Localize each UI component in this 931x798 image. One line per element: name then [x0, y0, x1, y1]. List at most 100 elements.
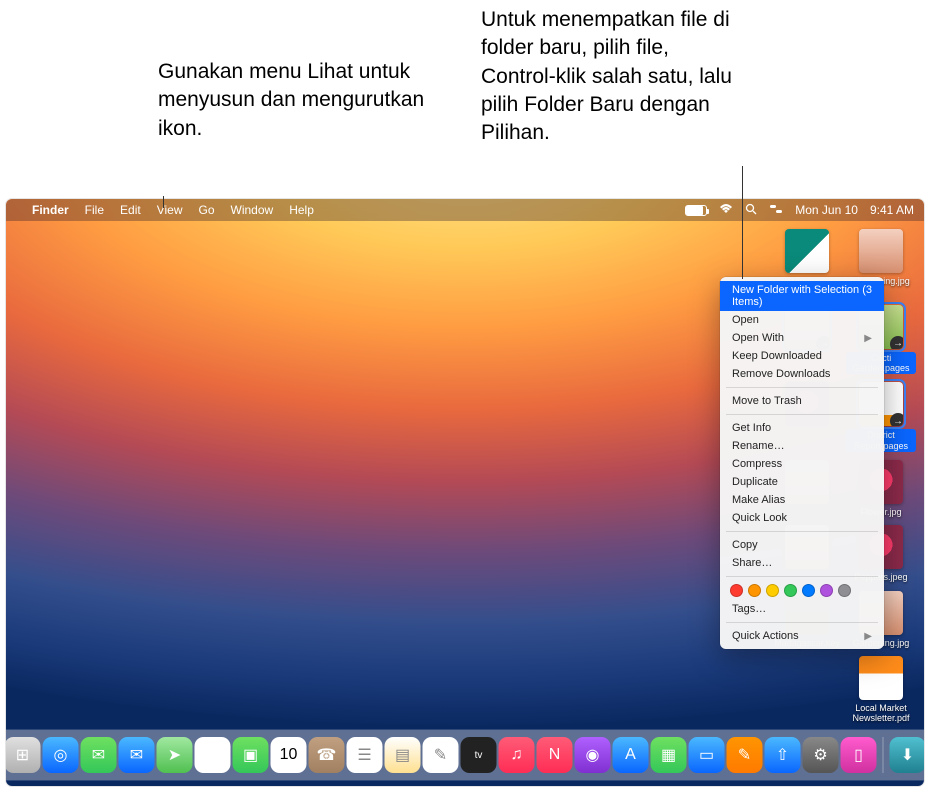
context-menu-item[interactable]: Open	[720, 311, 884, 329]
desktop-file[interactable]: Local Market Newsletter.pdf	[846, 656, 916, 724]
dock-app-sharing[interactable]: ⇧	[765, 737, 801, 773]
menubar-item-window[interactable]: Window	[231, 203, 274, 217]
menu-item-label: Rename…	[732, 440, 785, 452]
menu-item-label: Keep Downloaded	[732, 350, 822, 362]
menubar-item-edit[interactable]: Edit	[120, 203, 141, 217]
dock-app-maps[interactable]: ➤	[157, 737, 193, 773]
mac-screen: Finder File Edit View Go Window Help Mon…	[6, 199, 924, 786]
menu-item-label: Move to Trash	[732, 395, 802, 407]
dock-app-numbers[interactable]: ▦	[651, 737, 687, 773]
dock-app-messages[interactable]: ✉	[81, 737, 117, 773]
callout-leader-right	[742, 166, 743, 279]
dock: ☺⊞◎✉✉➤✿▣10☎☰▤✎tv♫N◉A▦▭✎⇧⚙▯⬇🗑	[6, 730, 924, 780]
tag-color-dot[interactable]	[820, 584, 833, 597]
menu-item-label: Quick Actions	[732, 630, 799, 642]
dock-app-contacts[interactable]: ☎	[309, 737, 345, 773]
dock-app-freeform[interactable]: ✎	[423, 737, 459, 773]
submenu-arrow-icon: ▶	[864, 333, 872, 344]
menubar-item-go[interactable]: Go	[199, 203, 215, 217]
dock-app-safari[interactable]: ◎	[43, 737, 79, 773]
tag-color-dot[interactable]	[802, 584, 815, 597]
menubar-date[interactable]: Mon Jun 10	[795, 203, 858, 217]
dock-app-facetime[interactable]: ▣	[233, 737, 269, 773]
menubar-time[interactable]: 9:41 AM	[870, 203, 914, 217]
tag-color-dot[interactable]	[766, 584, 779, 597]
context-menu-item[interactable]: Keep Downloaded	[720, 347, 884, 365]
dock-app-podcasts[interactable]: ◉	[575, 737, 611, 773]
menubar-item-file[interactable]: File	[85, 203, 104, 217]
menu-item-label: Remove Downloads	[732, 368, 830, 380]
context-menu-item[interactable]: Tags…	[720, 600, 884, 618]
context-menu-item[interactable]: Compress	[720, 455, 884, 473]
dock-separator	[883, 737, 884, 773]
dock-app-pages[interactable]: ✎	[727, 737, 763, 773]
file-thumbnail	[785, 229, 829, 273]
dock-app-iphone[interactable]: ▯	[841, 737, 877, 773]
battery-icon[interactable]	[685, 205, 707, 216]
menu-item-label: Copy	[732, 539, 758, 551]
menu-separator	[726, 576, 878, 577]
context-menu-item[interactable]: Share…	[720, 554, 884, 572]
context-menu-item[interactable]: Move to Trash	[720, 392, 884, 410]
context-menu-item[interactable]: Remove Downloads	[720, 365, 884, 383]
context-menu-item[interactable]: Rename…	[720, 437, 884, 455]
menu-item-label: Open With	[732, 332, 784, 344]
menu-item-label: Tags…	[732, 603, 766, 615]
dock-app-reminders[interactable]: ☰	[347, 737, 383, 773]
dock-app-music[interactable]: ♫	[499, 737, 535, 773]
menubar-app-name[interactable]: Finder	[32, 203, 69, 217]
dock-app-mail[interactable]: ✉	[119, 737, 155, 773]
callout-left: Gunakan menu Lihat untuk menyusun dan me…	[158, 58, 438, 143]
menu-item-label: Make Alias	[732, 494, 785, 506]
context-menu-item[interactable]: Duplicate	[720, 473, 884, 491]
dock-app-photos[interactable]: ✿	[195, 737, 231, 773]
menu-item-label: Share…	[732, 557, 772, 569]
context-menu-item[interactable]: Get Info	[720, 419, 884, 437]
sync-badge-icon: →	[890, 336, 903, 349]
tag-color-dot[interactable]	[838, 584, 851, 597]
spotlight-icon[interactable]	[745, 203, 757, 218]
context-menu-item[interactable]: Open With ▶	[720, 329, 884, 347]
context-menu-item[interactable]: Copy	[720, 536, 884, 554]
tag-color-dot[interactable]	[748, 584, 761, 597]
dock-app-notes[interactable]: ▤	[385, 737, 421, 773]
menu-separator	[726, 531, 878, 532]
context-menu-item[interactable]: Quick Actions ▶	[720, 627, 884, 645]
menu-separator	[726, 387, 878, 388]
tag-color-row	[720, 581, 884, 600]
menu-item-label: Get Info	[732, 422, 771, 434]
tag-color-dot[interactable]	[730, 584, 743, 597]
tag-color-dot[interactable]	[784, 584, 797, 597]
menu-bar: Finder File Edit View Go Window Help Mon…	[6, 199, 924, 221]
menu-item-label: Quick Look	[732, 512, 787, 524]
dock-app-tv[interactable]: tv	[461, 737, 497, 773]
submenu-arrow-icon: ▶	[864, 631, 872, 642]
context-menu-item[interactable]: New Folder with Selection (3 Items)	[720, 281, 884, 311]
control-center-icon[interactable]	[769, 203, 783, 218]
file-thumbnail	[859, 656, 903, 700]
menu-separator	[726, 622, 878, 623]
dock-app-calendar[interactable]: 10	[271, 737, 307, 773]
dock-app-keynote[interactable]: ▭	[689, 737, 725, 773]
file-label: Local Market Newsletter.pdf	[846, 703, 916, 724]
menubar-item-view[interactable]: View	[157, 203, 183, 217]
context-menu-item[interactable]: Quick Look	[720, 509, 884, 527]
context-menu-item[interactable]: Make Alias	[720, 491, 884, 509]
menu-item-label: Duplicate	[732, 476, 778, 488]
dock-app-appstore[interactable]: A	[613, 737, 649, 773]
callout-right: Untuk menempatkan file di folder baru, p…	[481, 6, 746, 148]
dock-app-downloads[interactable]: ⬇	[890, 737, 925, 773]
menubar-item-help[interactable]: Help	[289, 203, 314, 217]
menu-item-label: Open	[732, 314, 759, 326]
sync-badge-icon: →	[890, 413, 903, 426]
context-menu: New Folder with Selection (3 Items) Open O…	[720, 277, 884, 649]
menu-item-label: Compress	[732, 458, 782, 470]
menu-separator	[726, 414, 878, 415]
dock-app-launchpad[interactable]: ⊞	[6, 737, 41, 773]
callout-leader-left	[163, 196, 164, 208]
wifi-icon[interactable]	[719, 203, 733, 217]
file-thumbnail	[859, 229, 903, 273]
dock-app-settings[interactable]: ⚙	[803, 737, 839, 773]
dock-app-news[interactable]: N	[537, 737, 573, 773]
menu-item-label: New Folder with Selection (3 Items)	[732, 284, 872, 308]
